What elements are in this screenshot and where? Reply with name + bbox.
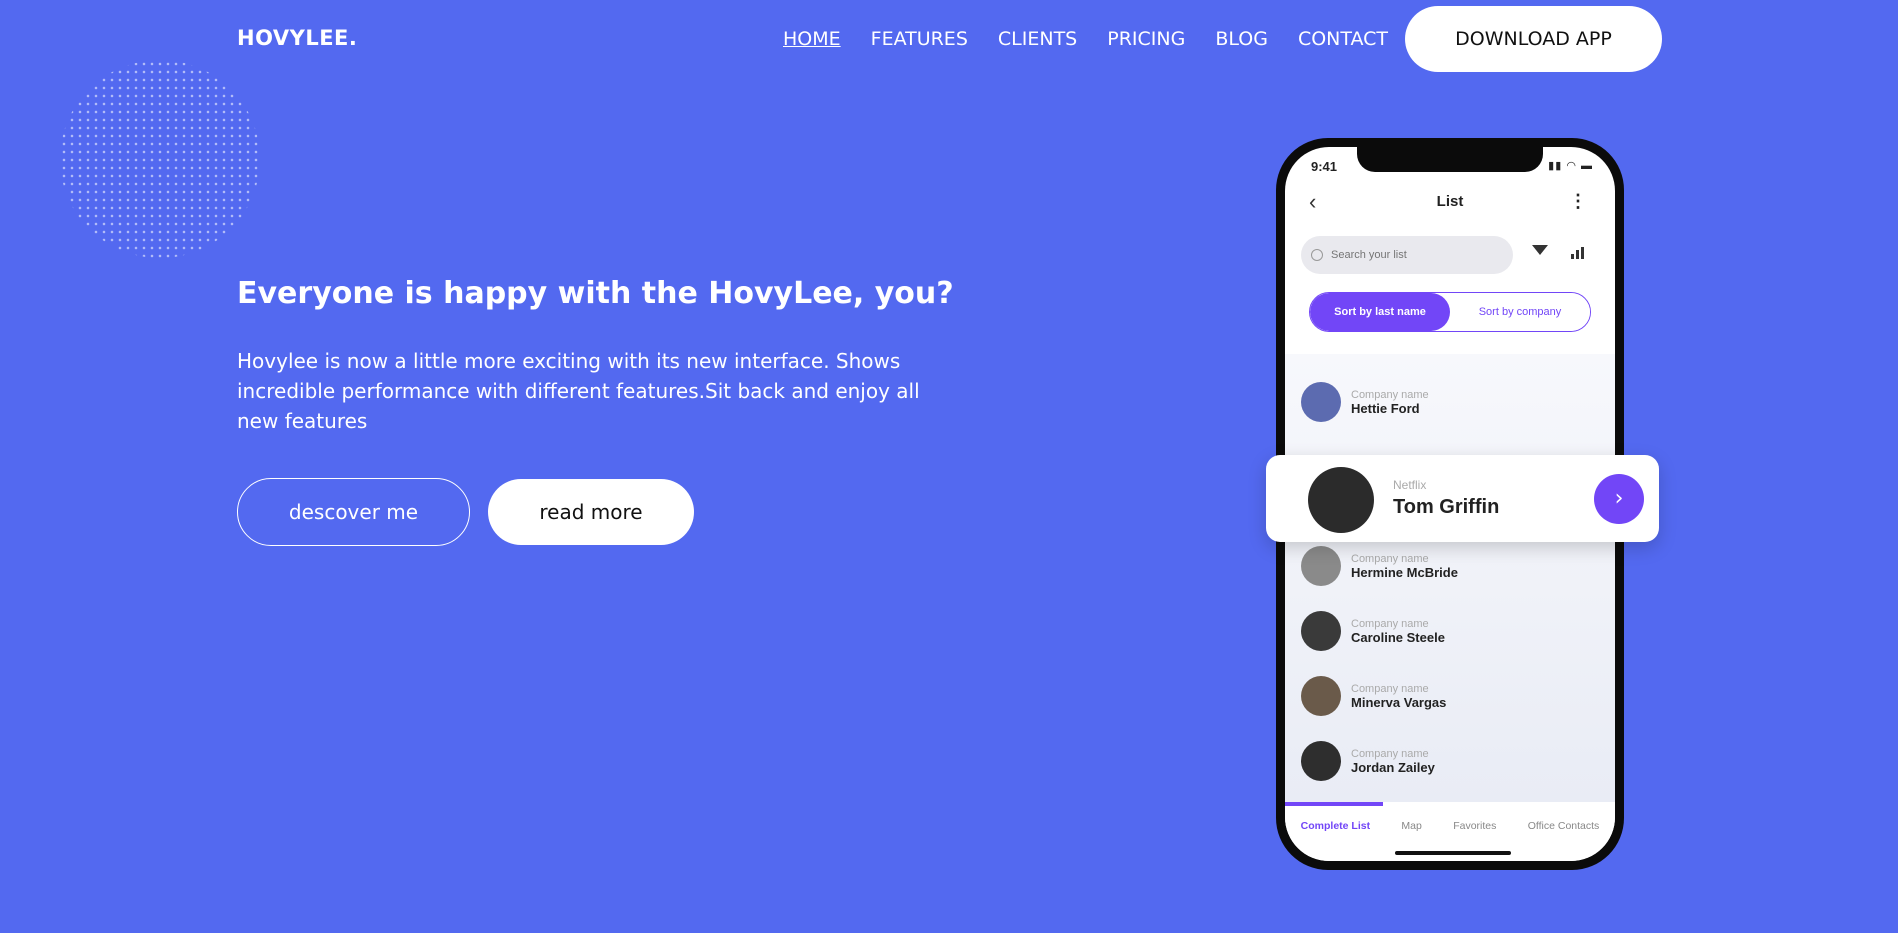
list-item-name: Caroline Steele bbox=[1351, 629, 1445, 645]
nav-contact[interactable]: CONTACT bbox=[1298, 28, 1388, 50]
nav-clients[interactable]: CLIENTS bbox=[998, 28, 1077, 50]
brand-logo[interactable]: HOVYLEE. bbox=[237, 26, 357, 50]
list-item-company: Company name bbox=[1351, 552, 1429, 565]
discover-button[interactable]: descover me bbox=[237, 478, 470, 546]
nav-pricing[interactable]: PRICING bbox=[1107, 28, 1185, 50]
list-item-company: Company name bbox=[1351, 617, 1429, 630]
nav-features[interactable]: FEATURES bbox=[871, 28, 968, 50]
status-icons: ▮▮ ◠ ▬ bbox=[1548, 160, 1593, 172]
read-more-button[interactable]: read more bbox=[488, 479, 694, 545]
list-item-name: Minerva Vargas bbox=[1351, 694, 1447, 710]
avatar bbox=[1301, 382, 1341, 422]
featured-contact-card[interactable]: Netflix Tom Griffin › bbox=[1266, 455, 1659, 542]
avatar bbox=[1301, 741, 1341, 781]
filter-icon[interactable] bbox=[1532, 245, 1548, 255]
search-icon bbox=[1311, 249, 1323, 261]
list-item[interactable]: Company name Caroline Steele bbox=[1301, 609, 1445, 653]
list-item-company: Company name bbox=[1351, 747, 1429, 760]
avatar bbox=[1301, 546, 1341, 586]
list-item-name: Hettie Ford bbox=[1351, 400, 1420, 416]
download-app-button[interactable]: DOWNLOAD APP bbox=[1405, 6, 1662, 72]
list-item[interactable]: Company name Hettie Ford bbox=[1301, 380, 1429, 424]
bar-chart-icon[interactable] bbox=[1571, 247, 1584, 259]
list-item[interactable]: Company name Hermine McBride bbox=[1301, 544, 1458, 588]
nav-home[interactable]: HOME bbox=[783, 28, 841, 50]
list-item[interactable]: Company name Minerva Vargas bbox=[1301, 674, 1446, 718]
tab-complete-list[interactable]: Complete List bbox=[1301, 820, 1370, 832]
list-item[interactable]: Company name Jordan Zailey bbox=[1301, 739, 1435, 783]
dot-pattern-decoration bbox=[60, 60, 260, 258]
home-indicator bbox=[1395, 851, 1511, 855]
sort-by-last-name-button[interactable]: Sort by last name bbox=[1310, 293, 1450, 331]
avatar bbox=[1308, 467, 1374, 533]
tab-map[interactable]: Map bbox=[1401, 820, 1421, 832]
list-item-company: Company name bbox=[1351, 682, 1429, 695]
chevron-right-icon[interactable]: › bbox=[1594, 474, 1644, 524]
phone-notch bbox=[1357, 147, 1543, 172]
list-item-company: Company name bbox=[1351, 388, 1429, 401]
featured-name: Tom Griffin bbox=[1393, 496, 1500, 518]
nav-blog[interactable]: BLOG bbox=[1215, 28, 1268, 50]
app-title: List bbox=[1436, 193, 1464, 210]
hero-description: Hovylee is now a little more exciting wi… bbox=[237, 349, 920, 433]
tab-favorites[interactable]: Favorites bbox=[1453, 820, 1496, 832]
tab-office-contacts[interactable]: Office Contacts bbox=[1528, 820, 1600, 832]
sort-toggle: Sort by last name Sort by company bbox=[1309, 292, 1591, 332]
more-vert-icon[interactable]: ⋮ bbox=[1569, 191, 1587, 212]
sort-by-company-button[interactable]: Sort by company bbox=[1450, 293, 1590, 331]
avatar bbox=[1301, 611, 1341, 651]
list-item-name: Hermine McBride bbox=[1351, 564, 1458, 580]
featured-company: Netflix bbox=[1393, 478, 1427, 492]
list-item-name: Jordan Zailey bbox=[1351, 759, 1435, 775]
tab-indicator bbox=[1285, 802, 1383, 806]
search-bar[interactable] bbox=[1301, 236, 1513, 274]
search-input[interactable] bbox=[1329, 248, 1493, 262]
contact-list: Company name Hettie Ford Company name Herm… bbox=[1285, 354, 1615, 802]
main-nav: HOME FEATURES CLIENTS PRICING BLOG CONTA… bbox=[783, 28, 1418, 50]
hero-title: Everyone is happy with the HovyLee, you? bbox=[237, 276, 954, 311]
avatar bbox=[1301, 676, 1341, 716]
status-time: 9:41 bbox=[1311, 159, 1338, 174]
